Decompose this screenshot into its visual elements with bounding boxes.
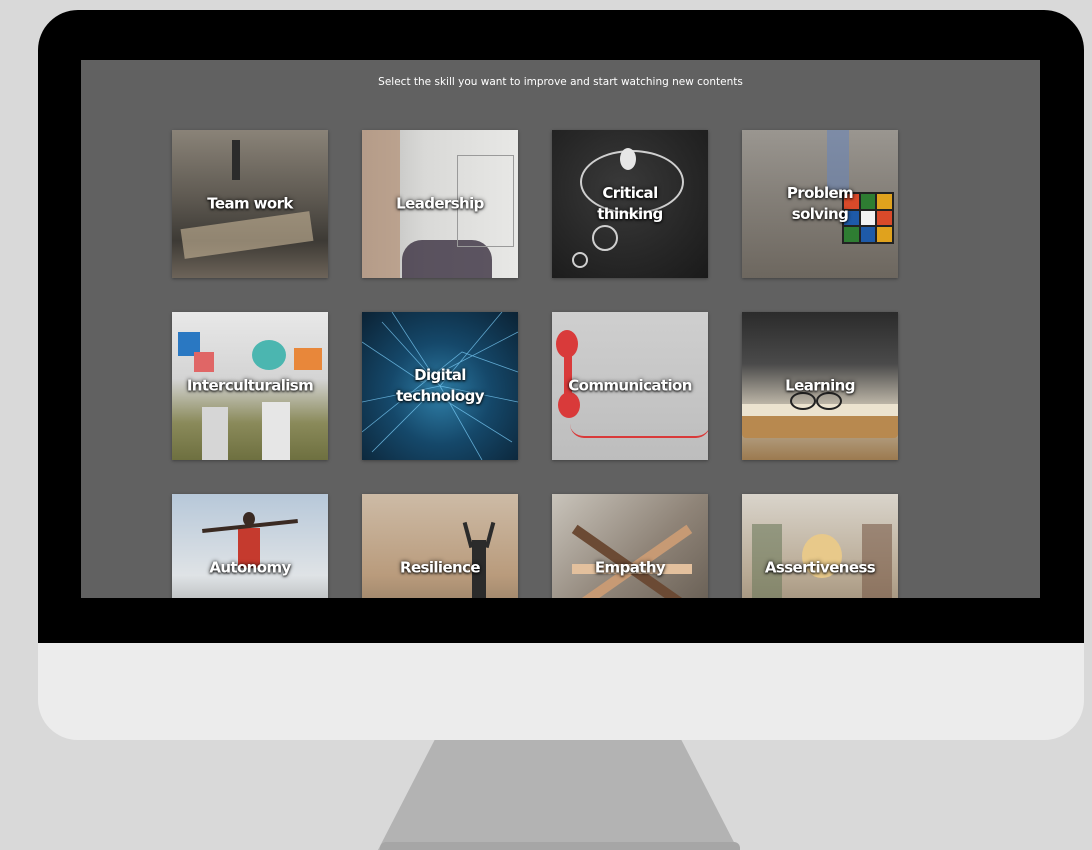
skill-tile-resilience[interactable]: Resilience — [362, 494, 518, 598]
skill-tile-digital-technology[interactable]: Digital technology — [362, 312, 518, 460]
empathy-image — [552, 494, 708, 598]
skill-label: Learning — [785, 376, 855, 395]
screen: Select the skill you want to improve and… — [81, 60, 1040, 598]
skill-label: Autonomy — [209, 558, 291, 577]
skill-tile-assertiveness[interactable]: Assertiveness — [742, 494, 898, 598]
monitor-stand-base — [380, 842, 740, 850]
skills-grid: Team work Leadership Critical thinking P… — [172, 130, 898, 598]
skill-tile-leadership[interactable]: Leadership — [362, 130, 518, 278]
skill-label: Critical thinking — [597, 184, 663, 223]
skill-tile-communication[interactable]: Communication — [552, 312, 708, 460]
resilience-image — [362, 494, 518, 598]
skill-label: Resilience — [400, 558, 481, 577]
skill-label: Communication — [568, 376, 692, 395]
autonomy-image — [172, 494, 328, 598]
skill-label: Leadership — [396, 194, 484, 213]
assertiveness-image — [742, 494, 898, 598]
skill-label: Interculturalism — [186, 376, 314, 395]
skill-tile-interculturalism[interactable]: Interculturalism — [172, 312, 328, 460]
skill-tile-empathy[interactable]: Empathy — [552, 494, 708, 598]
skill-tile-critical-thinking[interactable]: Critical thinking — [552, 130, 708, 278]
skill-tile-autonomy[interactable]: Autonomy — [172, 494, 328, 598]
skill-label: Empathy — [594, 558, 666, 577]
skill-label: Team work — [207, 194, 293, 213]
skill-label: Problem solving — [786, 184, 854, 223]
skill-tile-problem-solving[interactable]: Problem solving — [742, 130, 898, 278]
monitor-stand — [378, 738, 738, 850]
skill-tile-team-work[interactable]: Team work — [172, 130, 328, 278]
skill-label: Digital technology — [396, 366, 484, 405]
skill-label: Assertiveness — [764, 558, 876, 577]
skill-tile-learning[interactable]: Learning — [742, 312, 898, 460]
page-prompt: Select the skill you want to improve and… — [378, 76, 743, 88]
